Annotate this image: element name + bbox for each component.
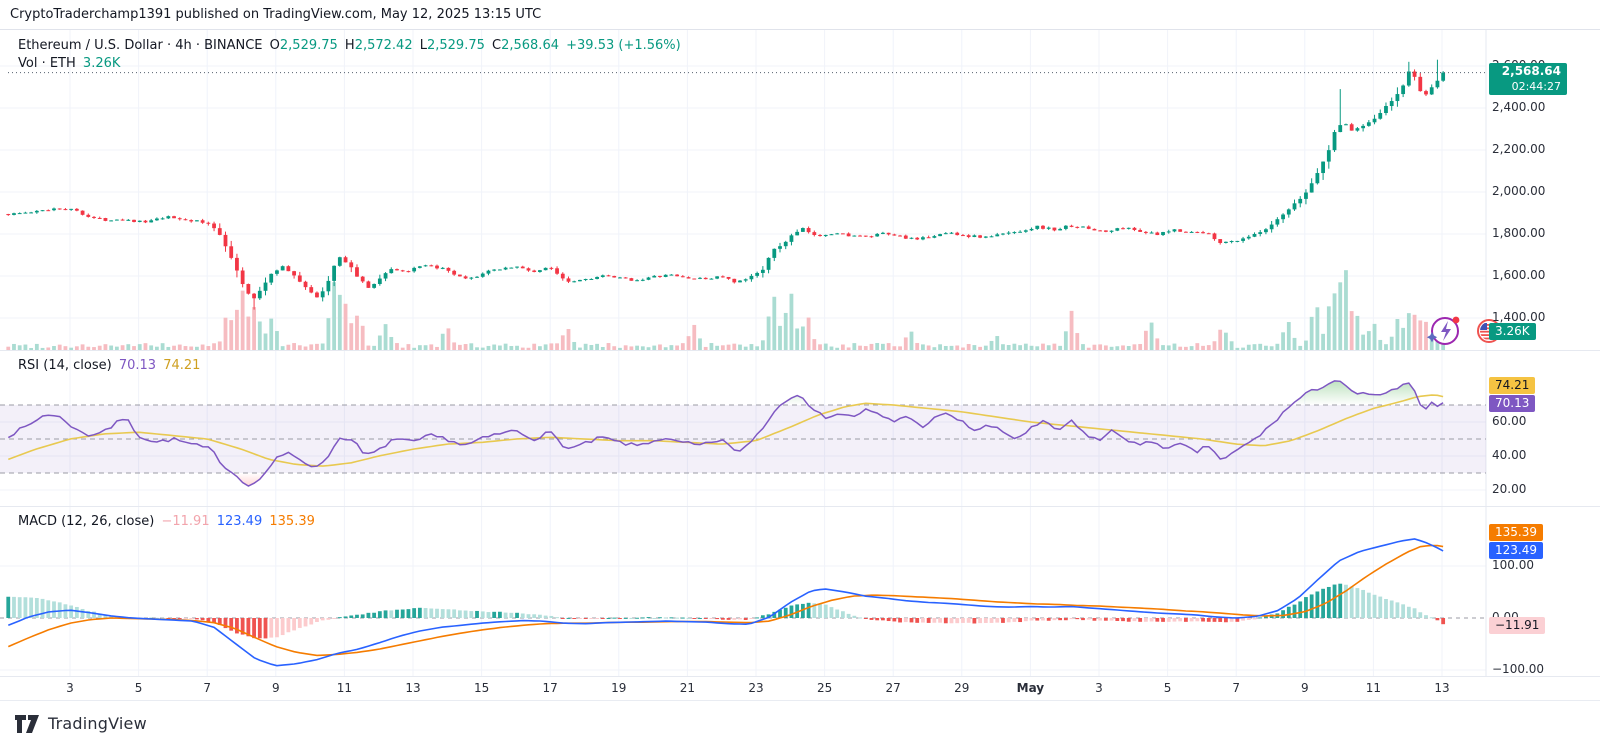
tradingview-brand[interactable]: TradingView xyxy=(48,714,147,733)
volume-badge: 3.26K xyxy=(1489,323,1536,340)
price-axis-label: 2,000.00 xyxy=(1492,184,1546,198)
rsi-value: 70.13 xyxy=(118,358,157,373)
macd-line-value: 123.49 xyxy=(216,514,263,529)
rsi-badge: 70.13 xyxy=(1489,395,1536,412)
high-value: 2,572.42 xyxy=(354,38,413,53)
rsi-legend[interactable]: RSI (14, close) 70.13 74.21 xyxy=(18,358,203,373)
volume-pane xyxy=(6,270,1446,350)
rsi-axis-label: 20.00 xyxy=(1492,482,1527,496)
time-axis-label: 7 xyxy=(1232,681,1241,695)
rsi-title[interactable]: RSI (14, close) xyxy=(18,358,112,373)
axis-separator xyxy=(0,676,1600,677)
time-axis-label: 11 xyxy=(336,681,353,695)
volume-legend[interactable]: Vol · ETH 3.26K xyxy=(18,56,123,71)
volume-value: 3.26K xyxy=(82,56,121,71)
time-axis-label: 3 xyxy=(1095,681,1103,695)
time-axis-label: 19 xyxy=(611,681,627,695)
time-axis-label: 25 xyxy=(816,681,833,695)
low-label: L xyxy=(419,38,427,53)
time-axis-label: 27 xyxy=(885,681,901,695)
macd-histogram xyxy=(6,583,1446,639)
macd-signal-value: 135.39 xyxy=(269,514,315,529)
time-axis-label: 13 xyxy=(1434,681,1450,695)
rsi-ma-badge: 74.21 xyxy=(1489,377,1536,394)
macd-hist-badge: −11.91 xyxy=(1489,617,1546,634)
low-value: 2,529.75 xyxy=(426,38,485,53)
time-axis-label: 7 xyxy=(203,681,212,695)
rsi-axis-label: 40.00 xyxy=(1492,448,1527,462)
candles xyxy=(6,59,1446,310)
last-price-value: 2,568.64 xyxy=(1501,64,1561,78)
event-icon-flash[interactable] xyxy=(1426,316,1460,345)
time-axis-label: 17 xyxy=(542,681,558,695)
open-label: O xyxy=(269,38,280,53)
price-axis-label: 1,600.00 xyxy=(1492,268,1546,282)
footer: TradingView xyxy=(0,700,1600,746)
close-label: C xyxy=(492,38,502,53)
time-axis-label: 29 xyxy=(954,681,970,695)
time-axis-label: 11 xyxy=(1365,681,1382,695)
close-value: 2,568.64 xyxy=(501,38,559,53)
change-value: +39.53 (+1.56%) xyxy=(566,38,681,53)
rsi-axis-label: 60.00 xyxy=(1492,414,1527,428)
time-axis-label: 5 xyxy=(134,681,143,695)
macd-legend[interactable]: MACD (12, 26, close) −11.91 123.49 135.3… xyxy=(18,514,318,529)
high-label: H xyxy=(344,38,355,53)
time-axis-label: May xyxy=(1016,681,1045,695)
pane-separator[interactable] xyxy=(0,506,1600,507)
time-axis-label: 23 xyxy=(748,681,764,695)
symbol-title[interactable]: Ethereum / U.S. Dollar · 4h · BINANCE xyxy=(18,38,263,53)
time-axis-label: 13 xyxy=(405,681,421,695)
publish-header-text: CryptoTraderchamp1391 published on Tradi… xyxy=(10,7,542,22)
price-axis-label: 2,200.00 xyxy=(1492,142,1546,156)
last-price-badge: 2,568.64 02:44:27 xyxy=(1489,63,1567,95)
bar-countdown: 02:44:27 xyxy=(1511,80,1561,93)
open-value: 2,529.75 xyxy=(279,38,338,53)
tradingview-snapshot: CryptoTraderchamp1391 published on Tradi… xyxy=(0,0,1600,746)
symbol-legend[interactable]: Ethereum / U.S. Dollar · 4h · BINANCE O2… xyxy=(18,38,684,53)
publish-header: CryptoTraderchamp1391 published on Tradi… xyxy=(0,0,1600,30)
tradingview-logo-icon[interactable] xyxy=(14,714,40,734)
pane-separator[interactable] xyxy=(0,350,1600,351)
macd-axis-label: −100.00 xyxy=(1492,662,1545,676)
volume-label[interactable]: Vol · ETH xyxy=(18,56,76,71)
macd-axis-label: 100.00 xyxy=(1492,558,1534,572)
macd-hist-value: −11.91 xyxy=(161,514,210,529)
macd-title[interactable]: MACD (12, 26, close) xyxy=(18,514,154,529)
time-axis-label: 5 xyxy=(1163,681,1172,695)
price-axis-label: 1,400.00 xyxy=(1492,310,1546,324)
time-axis-label: 3 xyxy=(66,681,74,695)
macd-line-badge: 123.49 xyxy=(1489,542,1543,559)
time-axis-label: 21 xyxy=(679,681,696,695)
time-axis-label: 15 xyxy=(473,681,490,695)
rsi-ma-value: 74.21 xyxy=(163,358,201,373)
price-axis-label: 1,800.00 xyxy=(1492,226,1546,240)
time-axis-label: 9 xyxy=(1300,681,1309,695)
time-axis-label: 9 xyxy=(271,681,280,695)
macd-signal-badge: 135.39 xyxy=(1489,524,1543,541)
price-axis-label: 2,400.00 xyxy=(1492,100,1546,114)
